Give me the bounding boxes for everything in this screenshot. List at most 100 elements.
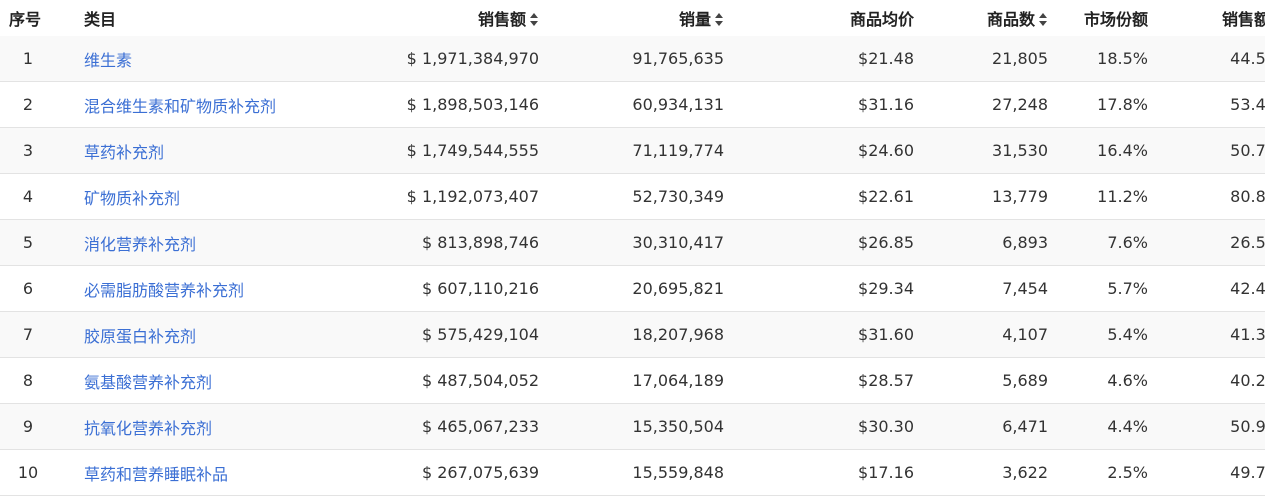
row-index: 3 [0,127,66,174]
row-volume: 20,695,821 [539,265,724,312]
header-sales-yoy: 销售额同比 [1221,10,1265,29]
row-product-count: 7,454 [914,265,1048,312]
table-row: 9 抗氧化营养补充剂 $ 465,067,233 15,350,504 $30.… [0,403,1265,450]
category-sales-table: 序号 类目 销售额 销量 商品均价 商品数 市场份额 销售额同比 1 维生素 $… [0,0,1265,496]
header-market-share: 市场份额 [1083,10,1148,29]
row-index: 5 [0,219,66,266]
row-volume: 30,310,417 [539,219,724,266]
row-market-share: 5.4% [1048,311,1158,358]
header-product-count-label: 商品数 [986,10,1035,29]
row-product-count: 5,689 [914,357,1048,404]
table-row: 1 维生素 $ 1,971,384,970 91,765,635 $21.48 … [0,36,1265,82]
row-category-cell: 抗氧化营养补充剂 [66,403,334,450]
row-category-cell: 氨基酸营养补充剂 [66,357,334,404]
row-product-count: 21,805 [914,36,1048,82]
sort-icon[interactable] [715,13,724,26]
category-link[interactable]: 抗氧化营养补充剂 [84,419,212,438]
row-sales-yoy: 50.9% [1158,403,1265,450]
row-index: 6 [0,265,66,312]
header-index: 序号 [9,10,42,29]
row-index: 8 [0,357,66,404]
sort-icon[interactable] [1039,13,1048,26]
table-row: 8 氨基酸营养补充剂 $ 487,504,052 17,064,189 $28.… [0,357,1265,404]
table-row: 6 必需脂肪酸营养补充剂 $ 607,110,216 20,695,821 $2… [0,265,1265,312]
row-avg-price: $31.60 [724,311,914,358]
row-avg-price: $30.30 [724,403,914,450]
row-market-share: 11.2% [1048,173,1158,220]
row-volume: 60,934,131 [539,81,724,128]
header-row: 序号 类目 销售额 销量 商品均价 商品数 市场份额 销售额同比 [0,0,1265,36]
row-sales-yoy: 26.5% [1158,219,1265,266]
row-volume: 15,559,848 [539,449,724,496]
category-link[interactable]: 胶原蛋白补充剂 [84,327,196,346]
header-volume-sort[interactable]: 销量 [539,0,724,36]
row-index: 2 [0,81,66,128]
row-sales: $ 267,075,639 [334,449,539,496]
header-product-count-sort[interactable]: 商品数 [914,0,1048,36]
row-index: 7 [0,311,66,358]
row-sales: $ 607,110,216 [334,265,539,312]
row-market-share: 2.5% [1048,449,1158,496]
row-sales: $ 465,067,233 [334,403,539,450]
row-category-cell: 矿物质补充剂 [66,173,334,220]
row-volume: 17,064,189 [539,357,724,404]
row-volume: 52,730,349 [539,173,724,220]
row-sales: $ 813,898,746 [334,219,539,266]
row-sales-yoy: 42.4% [1158,265,1265,312]
row-category-cell: 必需脂肪酸营养补充剂 [66,265,334,312]
row-sales-yoy: 50.7% [1158,127,1265,174]
row-avg-price: $21.48 [724,36,914,82]
row-sales: $ 1,971,384,970 [334,36,539,82]
row-category-cell: 维生素 [66,36,334,82]
row-volume: 15,350,504 [539,403,724,450]
row-product-count: 4,107 [914,311,1048,358]
header-sales-label: 销售额 [477,10,526,29]
category-link[interactable]: 维生素 [84,51,132,70]
header-volume-label: 销量 [678,10,711,29]
row-market-share: 5.7% [1048,265,1158,312]
row-product-count: 3,622 [914,449,1048,496]
row-index: 1 [0,36,66,82]
row-index: 4 [0,173,66,220]
row-sales: $ 1,898,503,146 [334,81,539,128]
category-link[interactable]: 氨基酸营养补充剂 [84,373,212,392]
row-avg-price: $22.61 [724,173,914,220]
row-market-share: 18.5% [1048,36,1158,82]
row-product-count: 6,893 [914,219,1048,266]
row-avg-price: $24.60 [724,127,914,174]
row-sales-yoy: 40.2% [1158,357,1265,404]
row-category-cell: 草药和营养睡眠补品 [66,449,334,496]
table-row: 3 草药补充剂 $ 1,749,544,555 71,119,774 $24.6… [0,127,1265,174]
row-sales: $ 1,192,073,407 [334,173,539,220]
row-avg-price: $28.57 [724,357,914,404]
row-sales-yoy: 41.3% [1158,311,1265,358]
row-sales: $ 487,504,052 [334,357,539,404]
row-market-share: 7.6% [1048,219,1158,266]
row-category-cell: 混合维生素和矿物质补充剂 [66,81,334,128]
row-avg-price: $31.16 [724,81,914,128]
table-row: 2 混合维生素和矿物质补充剂 $ 1,898,503,146 60,934,13… [0,81,1265,128]
row-market-share: 4.6% [1048,357,1158,404]
row-product-count: 27,248 [914,81,1048,128]
table-row: 10 草药和营养睡眠补品 $ 267,075,639 15,559,848 $1… [0,449,1265,496]
sort-icon[interactable] [530,13,539,26]
row-category-cell: 胶原蛋白补充剂 [66,311,334,358]
table-row: 4 矿物质补充剂 $ 1,192,073,407 52,730,349 $22.… [0,173,1265,220]
row-sales-yoy: 80.8% [1158,173,1265,220]
row-product-count: 31,530 [914,127,1048,174]
row-sales: $ 1,749,544,555 [334,127,539,174]
category-link[interactable]: 混合维生素和矿物质补充剂 [84,97,276,116]
category-link[interactable]: 矿物质补充剂 [84,189,180,208]
category-link[interactable]: 消化营养补充剂 [84,235,196,254]
category-link[interactable]: 草药补充剂 [84,143,164,162]
row-sales: $ 575,429,104 [334,311,539,358]
header-category: 类目 [84,10,117,29]
category-link[interactable]: 草药和营养睡眠补品 [84,465,228,484]
header-sales-sort[interactable]: 销售额 [334,0,539,36]
category-link[interactable]: 必需脂肪酸营养补充剂 [84,281,244,300]
header-avg-price: 商品均价 [849,10,914,29]
row-product-count: 6,471 [914,403,1048,450]
row-sales-yoy: 49.7% [1158,449,1265,496]
table-row: 7 胶原蛋白补充剂 $ 575,429,104 18,207,968 $31.6… [0,311,1265,358]
row-index: 9 [0,403,66,450]
